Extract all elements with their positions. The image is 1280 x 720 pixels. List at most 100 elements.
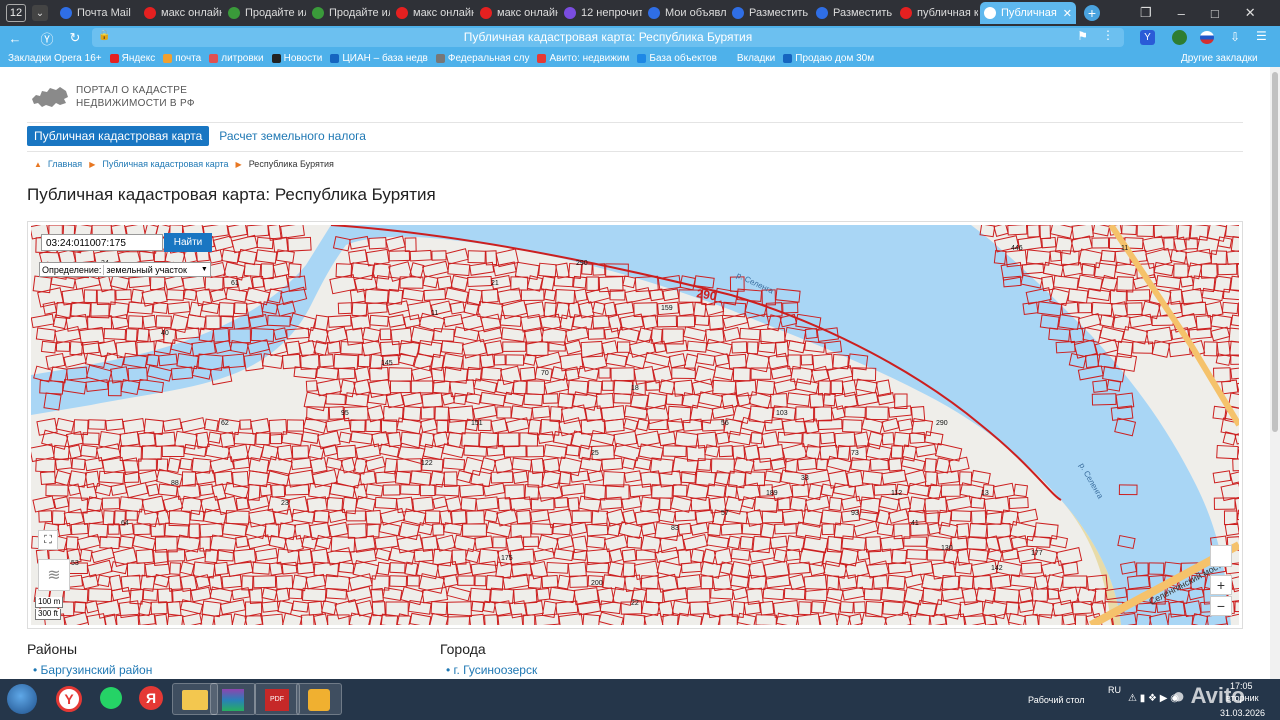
parcel-number-label: 145 (381, 360, 393, 367)
yandex-icon (480, 7, 492, 19)
cadastral-map[interactable]: р. Селенга р. Селенга Селенгинский мост 290… (31, 225, 1239, 625)
tab-menu-icon[interactable]: ⌄ (32, 5, 48, 21)
breadcrumb-home[interactable]: Главная (48, 159, 82, 169)
extension-icon[interactable] (1172, 30, 1187, 45)
zoom-out-button[interactable]: − (1210, 596, 1232, 616)
bookmark-item[interactable]: Продаю дом 30м (783, 53, 874, 64)
start-button[interactable] (7, 684, 37, 714)
language-indicator[interactable]: RU (1108, 685, 1121, 695)
bookmark-item[interactable]: ЦИАН – база недв (330, 53, 428, 64)
parcel-number-label: 177 (1031, 550, 1043, 557)
parcel-number-label: 200 (591, 580, 603, 587)
map-canvas[interactable]: р. Селенгар. СеленгаСеленгинский мост290… (31, 225, 1239, 625)
bookmark-item[interactable]: почта (163, 53, 201, 64)
alice-icon[interactable]: Y (1140, 30, 1155, 45)
browser-tab-label: Мои объявле (665, 7, 726, 19)
clock-date[interactable]: 31.03.2026 (1220, 708, 1265, 718)
browser-tab[interactable]: Продайте ил (308, 2, 390, 24)
fullscreen-icon[interactable]: ⛶ (38, 530, 58, 550)
bookmark-icon (109, 54, 119, 63)
bookmark-item[interactable]: литровки (209, 53, 264, 64)
downloads-icon[interactable]: ⇩ (1230, 30, 1240, 44)
close-tab-icon[interactable]: ✕ (1063, 7, 1072, 20)
breadcrumb: ▲ Главная ▶ Публичная кадастровая карта … (34, 159, 334, 169)
parcel-number-label: 73 (851, 450, 859, 457)
browser-tab[interactable]: Разместить о (728, 2, 810, 24)
map-toggle-button[interactable] (1210, 545, 1232, 567)
url-field[interactable]: 🔒 Публичная кадастровая карта: Республик… (92, 28, 1124, 47)
yandex-browser-icon: Y (56, 686, 82, 712)
image-viewer-app[interactable] (296, 683, 342, 715)
city-link[interactable]: • г. Гусиноозерск (446, 663, 537, 677)
browser-tab-label: макс онлайн (413, 7, 474, 19)
desktop-label[interactable]: Рабочий стол (1028, 695, 1085, 705)
vpn-flag-icon[interactable] (1200, 31, 1214, 44)
bookmark-icon (271, 54, 281, 63)
back-icon[interactable]: ← (6, 29, 24, 47)
bookmark-item[interactable]: Яндекс (109, 53, 155, 64)
yandex-home-icon[interactable]: Ⓨ (38, 29, 56, 47)
yandex-browser-app[interactable]: Y (46, 683, 92, 715)
bookmark-item[interactable]: Новости (271, 53, 322, 64)
tab-count-badge[interactable]: 12 (6, 4, 26, 22)
parcel-number-label: 21 (491, 280, 499, 287)
bookmark-item[interactable]: Вкладки (724, 53, 775, 64)
menu-icon[interactable]: ☰ (1256, 29, 1267, 43)
maximize-icon[interactable]: □ (1211, 6, 1219, 21)
district-link-label: Баргузинский район (40, 663, 153, 677)
avito-icon (648, 7, 660, 19)
divider (27, 122, 1243, 123)
browser-tab[interactable]: 12 непрочита (560, 2, 642, 24)
image-viewer-icon (308, 689, 330, 711)
tab-stack-icon[interactable]: ❐ (1140, 5, 1152, 21)
browser-tab[interactable]: Мои объявле (644, 2, 726, 24)
definition-select[interactable]: земельный участок ▼ (103, 264, 209, 275)
breadcrumb-map[interactable]: Публичная кадастровая карта (102, 159, 228, 169)
browser-tab[interactable]: Разместить о (812, 2, 894, 24)
reload-icon[interactable]: ↻ (66, 29, 84, 47)
browser-tab[interactable]: публичная ка (896, 2, 978, 24)
archive-icon (222, 689, 244, 711)
layers-icon[interactable]: ≋ (38, 559, 70, 591)
close-window-icon[interactable]: ✕ (1245, 5, 1256, 21)
yandex-app[interactable]: Я (128, 683, 174, 715)
find-button[interactable]: Найти (164, 233, 212, 252)
bookmark-icon (209, 54, 219, 63)
bookmark-icon (637, 54, 647, 63)
new-tab-button[interactable]: + (1084, 5, 1100, 21)
bookmark-label: ЦИАН – база недв (342, 53, 428, 64)
breadcrumb-separator-icon: ▶ (235, 159, 242, 169)
winrar-app[interactable] (210, 683, 256, 715)
yandex-icon: Я (139, 686, 163, 710)
browser-tab[interactable]: макс онлайн (476, 2, 558, 24)
more-icon[interactable]: ⋮ (1102, 28, 1114, 42)
browser-tab-label: Публичная (1001, 7, 1057, 19)
bookmark-item[interactable]: Авито: недвижим (537, 53, 629, 64)
zoom-in-button[interactable]: + (1210, 575, 1232, 595)
portal-logo[interactable]: ПОРТАЛ О КАДАСТРЕ НЕДВИЖИМОСТИ В РФ (30, 83, 195, 111)
other-bookmarks[interactable]: Другие закладки (1181, 53, 1258, 64)
parcel-number-label: 95 (341, 410, 349, 417)
parcel-number-label: 189 (766, 490, 778, 497)
scrollbar-thumb[interactable] (1272, 72, 1278, 432)
definition-selector[interactable]: Определение: земельный участок ▼ (39, 262, 211, 277)
breadcrumb-current: Республика Бурятия (248, 159, 334, 169)
minimize-icon[interactable]: – (1178, 6, 1185, 21)
browser-tab[interactable]: Публичная ✕ (980, 2, 1076, 24)
browser-tab[interactable]: макс онлайн (140, 2, 222, 24)
divider (27, 151, 1243, 152)
bookmark-icon[interactable]: ⚑ (1077, 29, 1088, 43)
browser-tab[interactable]: макс онлайн (392, 2, 474, 24)
bookmark-item[interactable]: Федеральная слу (435, 53, 529, 64)
cadastral-search-input[interactable]: 03:24:011007:175 (41, 234, 163, 251)
browser-tab[interactable]: Почта Mail (56, 2, 138, 24)
district-link[interactable]: • Баргузинский район (33, 663, 152, 677)
parcel-number-label: 70 (541, 370, 549, 377)
tab-land-tax[interactable]: Расчет земельного налога (212, 126, 373, 146)
browser-tab[interactable]: Продайте ил (224, 2, 306, 24)
pdf-app[interactable]: PDF (254, 683, 300, 715)
tab-cadastral-map[interactable]: Публичная кадастровая карта (27, 126, 210, 146)
parcel-number-label: 130 (941, 545, 953, 552)
bookmark-item[interactable]: Закладки Opera 16+ (8, 53, 102, 64)
bookmark-item[interactable]: База объектов (637, 53, 717, 64)
